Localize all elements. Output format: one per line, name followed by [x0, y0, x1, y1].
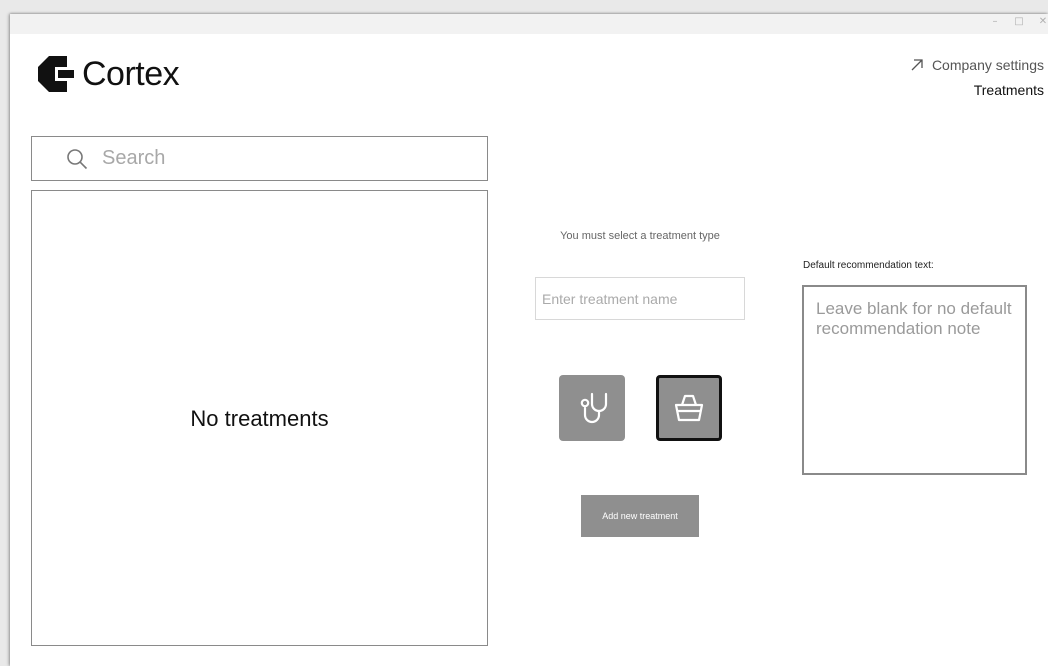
stethoscope-icon	[580, 392, 608, 424]
company-settings-label: Company settings	[931, 57, 1044, 73]
search-icon	[67, 148, 88, 169]
type-product-button[interactable]	[656, 375, 722, 441]
search-input[interactable]	[100, 146, 484, 171]
top-nav: Company settings Treatments	[910, 57, 1044, 98]
treatment-name-input[interactable]	[535, 277, 745, 320]
maximize-button[interactable]: □	[1014, 16, 1024, 27]
treatments-link[interactable]: Treatments	[910, 82, 1044, 98]
company-settings-link[interactable]: Company settings	[910, 57, 1044, 73]
validation-message: You must select a treatment type	[560, 230, 720, 242]
type-medical-button[interactable]	[559, 375, 625, 441]
window-controls: – □ ✕	[990, 16, 1048, 27]
cortex-logo-icon	[38, 56, 74, 92]
minimize-button[interactable]: –	[990, 16, 1000, 27]
external-arrow-icon	[911, 59, 923, 71]
logo-text: Cortex	[82, 55, 180, 93]
search-bar[interactable]	[31, 136, 488, 181]
title-bar: – □ ✕	[10, 14, 1048, 34]
recommendation-textarea[interactable]	[802, 285, 1027, 475]
app-window: – □ ✕ Cortex Company settings Treatments…	[10, 14, 1048, 666]
add-treatment-button[interactable]: Add new treatment	[581, 495, 699, 537]
close-button[interactable]: ✕	[1038, 16, 1048, 27]
treatment-list: No treatments	[31, 190, 488, 646]
empty-state-text: No treatments	[190, 405, 329, 431]
logo: Cortex	[38, 55, 180, 93]
recommendation-label: Default recommendation text:	[803, 260, 934, 271]
basket-icon	[674, 394, 704, 422]
